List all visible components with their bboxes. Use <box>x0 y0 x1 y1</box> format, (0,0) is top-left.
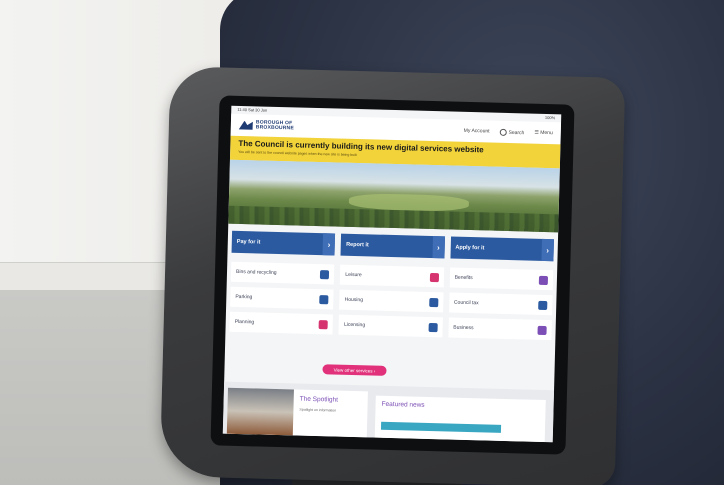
pay-for-it-button[interactable]: Pay for it › <box>231 230 336 256</box>
service-label: Housing <box>344 296 364 304</box>
nav-search[interactable]: Search <box>499 128 524 136</box>
council-logo[interactable]: BOROUGH OF BROXBOURNE <box>239 119 295 132</box>
nav-my-account[interactable]: My Account <box>464 128 490 135</box>
bottom-section: The Spotlight Spotlight on information F… <box>222 381 555 443</box>
swimmer-icon <box>429 272 439 282</box>
featured-news-title: Featured news <box>381 400 425 409</box>
service-leisure[interactable]: Leisure <box>340 264 444 288</box>
chevron-right-icon: › <box>373 368 376 374</box>
service-label: Council tax <box>453 299 479 307</box>
chevron-right-icon: › <box>432 236 445 259</box>
map-icon <box>318 319 329 329</box>
service-label: Planning <box>234 318 255 326</box>
services-grid: Bins and recycling Leisure Benefits Park… <box>229 261 554 341</box>
tablet-screen: 11:40 Sat 30 Jun 100% BOROUGH OF BROXBOU… <box>222 105 562 443</box>
service-benefits[interactable]: Benefits <box>449 267 554 291</box>
parking-icon <box>319 294 329 304</box>
search-icon <box>499 128 507 136</box>
primary-actions: Pay for it › Report it › Apply for it › <box>231 230 554 262</box>
service-label: Licensing <box>343 321 366 329</box>
house-icon <box>428 297 439 307</box>
pay-for-it-label: Pay for it <box>236 238 261 246</box>
service-licensing[interactable]: Licensing <box>338 314 443 338</box>
service-label: Parking <box>235 293 253 301</box>
chevron-right-icon: › <box>541 238 554 262</box>
service-bins-recycling[interactable]: Bins and recycling <box>230 261 335 285</box>
spotlight-image <box>226 387 294 436</box>
house-coin-icon <box>538 300 548 310</box>
report-it-label: Report it <box>346 241 369 249</box>
logo-text: BOROUGH OF BROXBOURNE <box>255 119 295 132</box>
tablet: 11:40 Sat 30 Jun 100% BOROUGH OF BROXBOU… <box>210 95 575 455</box>
spotlight-card[interactable]: The Spotlight Spotlight on information <box>226 387 368 438</box>
bar-chart-icon <box>537 325 547 335</box>
service-parking[interactable]: Parking <box>230 286 334 310</box>
view-other-services-label: View other services <box>333 366 373 374</box>
service-planning[interactable]: Planning <box>229 311 334 335</box>
report-it-button[interactable]: Report it › <box>340 233 445 259</box>
piggy-bank-icon <box>538 275 549 285</box>
news-image-strip <box>380 421 502 433</box>
spotlight-subtitle: Spotlight on information <box>299 407 337 413</box>
header-nav: My Account Search ☰ Menu <box>464 127 553 136</box>
nav-search-label: Search <box>508 129 525 136</box>
nav-menu[interactable]: ☰ Menu <box>534 130 553 136</box>
logo-line-2: BROXBOURNE <box>255 124 295 132</box>
service-label: Business <box>453 324 474 332</box>
service-council-tax[interactable]: Council tax <box>448 292 553 316</box>
chevron-right-icon: › <box>322 233 336 256</box>
service-housing[interactable]: Housing <box>339 289 444 313</box>
service-label: Leisure <box>345 271 362 279</box>
service-label: Benefits <box>454 274 473 282</box>
service-label: Bins and recycling <box>235 268 277 276</box>
spotlight-title: The Spotlight <box>299 395 339 404</box>
apply-for-it-button[interactable]: Apply for it › <box>450 236 554 262</box>
status-battery: 100% <box>544 114 556 121</box>
featured-news-card[interactable]: Featured news <box>374 395 546 443</box>
hero-trees <box>228 205 559 233</box>
id-card-icon <box>428 322 438 332</box>
service-business[interactable]: Business <box>448 317 552 341</box>
view-other-services-button[interactable]: View other services › <box>322 364 387 376</box>
status-time: 11:40 Sat 30 Jun <box>237 106 268 113</box>
bin-icon <box>320 269 330 279</box>
apply-for-it-label: Apply for it <box>455 244 485 252</box>
photo-scene: 11:40 Sat 30 Jun 100% BOROUGH OF BROXBOU… <box>0 0 724 485</box>
nav-menu-label: Menu <box>540 129 553 137</box>
logo-mark-icon <box>239 120 253 129</box>
hero-image <box>228 159 560 233</box>
